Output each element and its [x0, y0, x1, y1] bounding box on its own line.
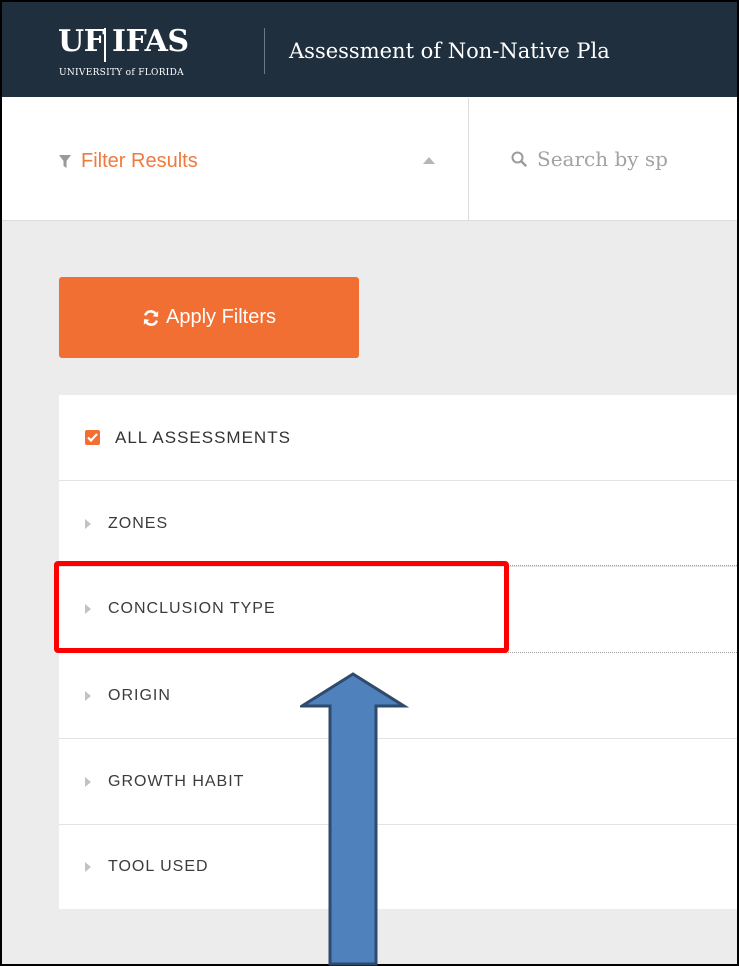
header-divider [264, 28, 265, 74]
checkbox-checked-icon[interactable] [85, 430, 100, 445]
filter-origin-label: ORIGIN [108, 686, 171, 704]
search-icon [511, 151, 527, 167]
filter-results-toggle[interactable]: Filter Results [59, 150, 198, 173]
caret-right-icon [85, 690, 91, 701]
logo-ifas[interactable]: IFAS [112, 24, 189, 59]
filter-conclusion-type[interactable]: CONCLUSION TYPE [59, 565, 737, 653]
top-bar: UF IFAS UNIVERSITY of FLORIDA Assessment… [2, 2, 737, 97]
caret-right-icon [85, 518, 91, 529]
filter-tool-used-label: TOOL USED [108, 858, 209, 875]
filter-results-label: Filter Results [81, 150, 198, 172]
refresh-icon [143, 309, 159, 326]
app-title: Assessment of Non-Native Pla [289, 39, 610, 63]
funnel-icon [59, 154, 71, 168]
search-box[interactable] [511, 147, 737, 171]
logo-separator [104, 28, 106, 62]
all-assessments-row[interactable]: ALL ASSESSMENTS [59, 395, 737, 481]
caret-right-icon [85, 604, 91, 614]
caret-right-icon [85, 862, 91, 872]
caret-right-icon [85, 776, 91, 787]
apply-filters-button[interactable]: Apply Filters [59, 277, 359, 358]
apply-filters-label: Apply Filters [165, 306, 277, 328]
logo-subtitle: UNIVERSITY of FLORIDA [59, 68, 184, 78]
filter-growth-habit-label: GROWTH HABIT [108, 772, 245, 790]
filter-zones-label: ZONES [108, 514, 169, 532]
up-arrow-annotation [300, 672, 410, 966]
all-assessments-label: ALL ASSESSMENTS [115, 427, 291, 447]
toolbar-divider [468, 98, 469, 220]
logo-uf[interactable]: UF [58, 24, 105, 59]
caret-up-icon[interactable] [423, 157, 435, 164]
search-input[interactable] [537, 147, 737, 171]
filter-zones[interactable]: ZONES [59, 481, 737, 567]
filter-conclusion-type-label: CONCLUSION TYPE [108, 600, 276, 617]
